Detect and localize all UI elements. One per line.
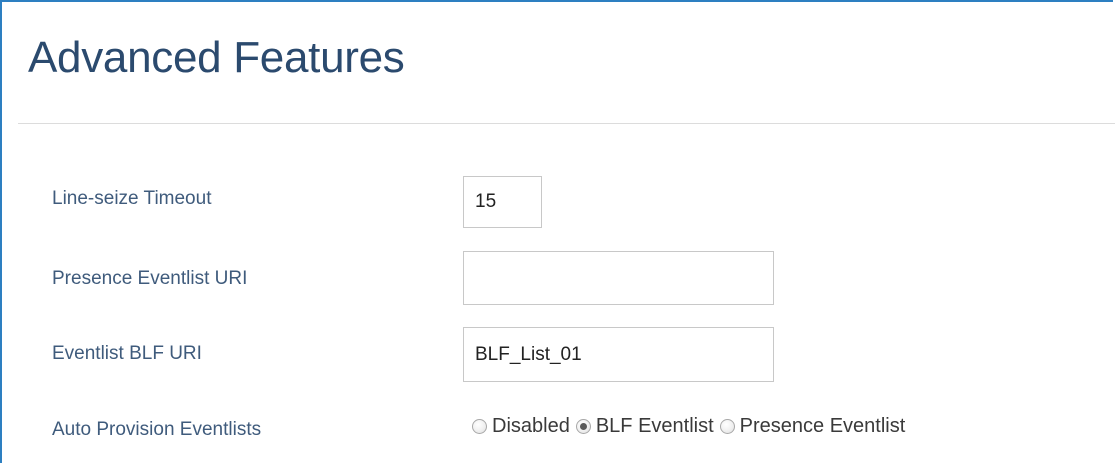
radio-option-presence-eventlist[interactable]: Presence Eventlist — [719, 415, 906, 438]
radio-blf-eventlist-icon[interactable] — [575, 419, 591, 434]
radio-presence-eventlist-label: Presence Eventlist — [739, 415, 906, 437]
auto-provision-eventlists-label: Auto Provision Eventlists — [52, 419, 262, 440]
presence-eventlist-uri-label: Presence Eventlist URI — [52, 268, 248, 289]
radio-disabled-label: Disabled — [492, 415, 570, 437]
radio-disabled-icon[interactable] — [472, 419, 487, 434]
eventlist-blf-uri-input[interactable] — [463, 327, 774, 382]
auto-provision-eventlists-radio-group: Disabled BLF Eventlist Presence Eventlis… — [472, 415, 911, 438]
line-seize-timeout-label: Line-seize Timeout — [52, 188, 212, 209]
radio-presence-eventlist-icon[interactable] — [719, 419, 735, 434]
radio-option-blf-eventlist[interactable]: BLF Eventlist — [575, 415, 714, 438]
radio-option-disabled[interactable]: Disabled — [472, 415, 570, 438]
eventlist-blf-uri-label: Eventlist BLF URI — [52, 343, 202, 364]
advanced-features-panel: Advanced Features Line-seize Timeout Pre… — [0, 0, 1115, 463]
radio-blf-eventlist-label: BLF Eventlist — [595, 415, 714, 437]
line-seize-timeout-input[interactable] — [463, 176, 542, 228]
title-divider — [18, 123, 1115, 124]
page-title: Advanced Features — [28, 33, 405, 82]
presence-eventlist-uri-input[interactable] — [463, 251, 774, 305]
